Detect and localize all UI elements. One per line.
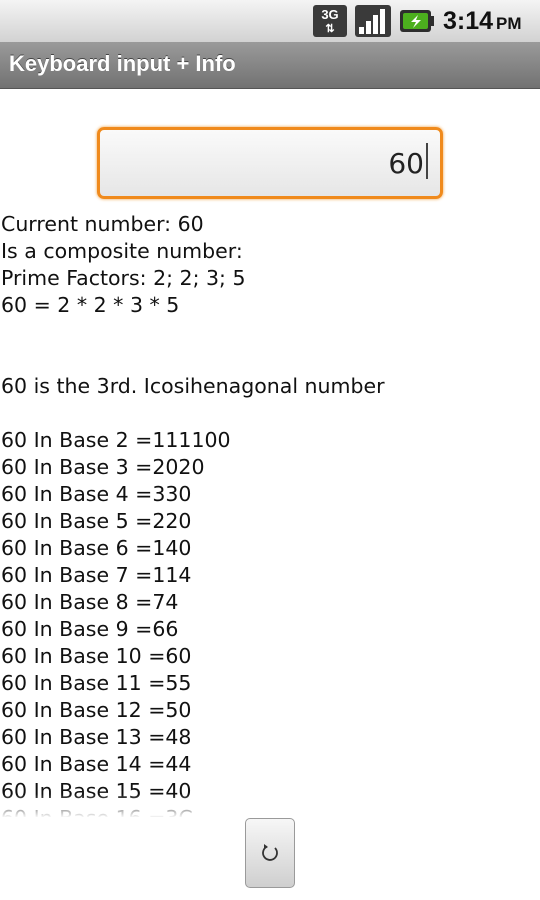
signal-strength-icon xyxy=(355,5,391,37)
network-type-label: 3G xyxy=(321,7,339,22)
info-line: Current number: 60 xyxy=(1,212,204,236)
battery-charging-icon xyxy=(400,10,434,32)
info-line: 60 In Base 11 =55 xyxy=(1,671,192,695)
info-line: 60 is the 3rd. Icosihenagonal number xyxy=(1,374,385,398)
info-line: 60 In Base 5 =220 xyxy=(1,509,192,533)
title-bar: Keyboard input + Info xyxy=(0,42,540,89)
clock-time: 3:14 xyxy=(443,7,494,35)
info-line: 60 In Base 10 =60 xyxy=(1,644,192,668)
info-line: 60 In Base 14 =44 xyxy=(1,752,192,776)
info-line: Is a composite number: xyxy=(1,239,243,263)
info-line: Prime Factors: 2; 2; 3; 5 xyxy=(1,266,246,290)
info-line: 60 In Base 4 =330 xyxy=(1,482,192,506)
info-line: 60 In Base 6 =140 xyxy=(1,536,192,560)
refresh-icon xyxy=(262,844,278,861)
info-line: 60 In Base 2 =111100 xyxy=(1,428,231,452)
number-info-panel[interactable]: Current number: 60 Is a composite number:… xyxy=(1,211,531,817)
status-clock: 3:14 PM xyxy=(443,6,522,36)
text-cursor xyxy=(426,143,428,179)
refresh-button[interactable] xyxy=(245,818,295,888)
info-line: 60 In Base 7 =114 xyxy=(1,563,192,587)
info-line: 60 In Base 8 =74 xyxy=(1,590,179,614)
info-line: 60 In Base 12 =50 xyxy=(1,698,192,722)
scroll-fade xyxy=(0,794,540,818)
info-line: 60 In Base 9 =66 xyxy=(1,617,179,641)
number-input[interactable] xyxy=(97,127,443,199)
status-bar: 3G ⇅ 3:14 PM xyxy=(0,0,540,42)
network-3g-icon: 3G ⇅ xyxy=(313,5,347,37)
info-line: 60 = 2 * 2 * 3 * 5 xyxy=(1,293,180,317)
clock-ampm: PM xyxy=(496,14,522,33)
info-line: 60 In Base 3 =2020 xyxy=(1,455,205,479)
info-line: 60 In Base 13 =48 xyxy=(1,725,192,749)
app-title: Keyboard input + Info xyxy=(9,51,236,76)
